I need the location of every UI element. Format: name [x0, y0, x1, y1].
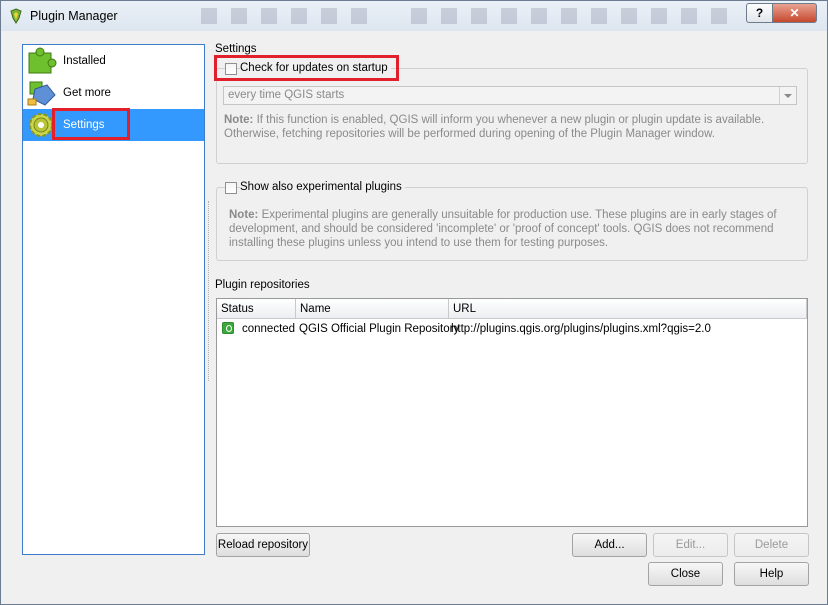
sidebar-item-get-more[interactable]: Get more	[23, 77, 204, 109]
qgis-logo-icon	[10, 8, 22, 24]
experimental-note: Note: Experimental plugins are generally…	[229, 208, 799, 250]
repositories-section-label: Plugin repositories	[215, 279, 310, 291]
sidebar-item-label: Installed	[63, 55, 106, 67]
row-name: QGIS Official Plugin Repository	[299, 323, 460, 335]
add-repository-button[interactable]: Add...	[572, 533, 647, 557]
row-url: http://plugins.qgis.org/plugins/plugins.…	[451, 323, 711, 335]
settings-section-label: Settings	[215, 43, 257, 55]
sidebar-item-label: Get more	[63, 87, 111, 99]
sidebar-item-installed[interactable]: Installed	[23, 45, 204, 77]
repositories-table: Status Name URL connected QGIS Official …	[216, 298, 808, 527]
sidebar-item-label: Settings	[63, 119, 105, 131]
column-header-url[interactable]: URL	[449, 299, 807, 319]
title-help-button[interactable]: ?	[746, 3, 773, 23]
dialog-body: Installed Get more Settings Settings Che…	[9, 31, 819, 596]
puzzle-green-icon	[28, 47, 57, 74]
check-updates-checkbox[interactable]	[225, 63, 237, 75]
puzzle-blue-icon	[27, 81, 56, 106]
row-status: connected	[242, 323, 296, 335]
title-bar: Plugin Manager ? ✕	[1, 1, 827, 31]
update-frequency-select[interactable]: every time QGIS starts	[223, 86, 797, 105]
window-title: Plugin Manager	[30, 9, 118, 23]
experimental-note-prefix: Note:	[229, 209, 259, 221]
updates-note-prefix: Note:	[224, 114, 254, 126]
update-frequency-value: every time QGIS starts	[228, 89, 345, 101]
delete-repository-button[interactable]: Delete	[734, 533, 809, 557]
edit-repository-button[interactable]: Edit...	[653, 533, 728, 557]
updates-note: Note: If this function is enabled, QGIS …	[224, 113, 804, 141]
column-header-name[interactable]: Name	[296, 299, 449, 319]
status-connected-icon	[222, 322, 234, 334]
title-close-button[interactable]: ✕	[772, 3, 817, 23]
splitter-handle[interactable]	[208, 201, 210, 381]
close-button[interactable]: Close	[648, 562, 723, 586]
experimental-note-text: Experimental plugins are generally unsui…	[229, 209, 777, 249]
column-header-status[interactable]: Status	[217, 299, 296, 319]
updates-note-text: If this function is enabled, QGIS will i…	[224, 114, 765, 140]
sidebar-item-settings[interactable]: Settings	[23, 109, 204, 141]
experimental-label[interactable]: Show also experimental plugins	[240, 181, 405, 193]
background-toolbar-ghost	[201, 5, 741, 27]
sidebar-list: Installed Get more Settings	[22, 44, 205, 555]
toolbar-icons-ghost	[201, 8, 727, 24]
chevron-down-icon[interactable]	[779, 87, 796, 104]
experimental-checkbox[interactable]	[225, 182, 237, 194]
help-button[interactable]: Help	[734, 562, 809, 586]
plugin-manager-window: Plugin Manager ? ✕ Installed Get more Se…	[0, 0, 828, 605]
check-updates-label[interactable]: Check for updates on startup	[240, 62, 391, 74]
gear-icon	[29, 113, 53, 137]
reload-repository-button[interactable]: Reload repository	[216, 533, 310, 557]
